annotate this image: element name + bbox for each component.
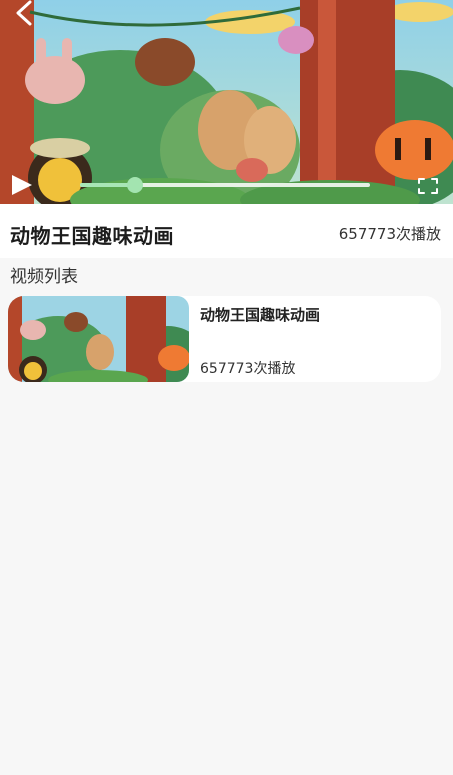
progress-bar[interactable] xyxy=(80,177,370,193)
video-player[interactable] xyxy=(0,0,453,204)
progress-thumb[interactable] xyxy=(127,177,144,193)
video-info-bar: 动物王国趣味动画 657773次播放 xyxy=(0,204,453,258)
playlist-item-title: 动物王国趣味动画 xyxy=(200,306,321,324)
playlist-item-thumbnail xyxy=(8,296,189,382)
video-frame-illustration xyxy=(0,0,453,204)
fullscreen-icon[interactable] xyxy=(416,176,440,196)
playlist-item-play-count: 657773次播放 xyxy=(200,361,296,377)
playlist-section-title: 视频列表 xyxy=(10,267,78,287)
video-title: 动物王国趣味动画 xyxy=(10,224,174,248)
video-play-count: 657773次播放 xyxy=(338,225,441,243)
play-icon[interactable] xyxy=(8,172,36,198)
chevron-left-icon[interactable] xyxy=(8,0,42,26)
app-root: 动物王国趣味动画 657773次播放 视频列表 动物王国趣味动画 657773次… xyxy=(0,0,453,775)
playlist-item[interactable]: 动物王国趣味动画 657773次播放 xyxy=(8,296,441,382)
